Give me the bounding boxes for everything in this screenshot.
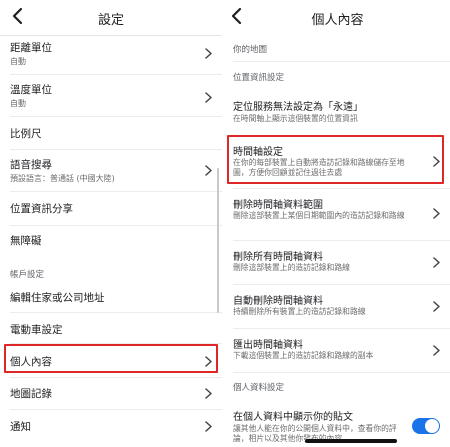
divider xyxy=(233,284,450,285)
item-label: 通知 xyxy=(10,421,31,433)
item-label: 位置資訊分享 xyxy=(10,203,73,215)
page-title: 設定 xyxy=(97,13,124,28)
item-value: 自動 xyxy=(10,57,26,66)
chevron-right-icon xyxy=(433,257,440,268)
scrollbar[interactable] xyxy=(217,168,219,313)
section-header-location-settings: 位置資訊設定 xyxy=(233,73,285,83)
personal-content-screen: 個人內容 你的地圖 位置資訊設定 定位服務無法設定為「永遠」 在時間軸上顯示這個… xyxy=(225,0,450,447)
personal-content-header: 個人內容 xyxy=(225,0,450,36)
section-header-your-map: 你的地圖 xyxy=(233,45,268,55)
divider xyxy=(233,188,450,189)
section-header-profile-settings: 個人資料設定 xyxy=(233,383,285,393)
item-label: 電動車設定 xyxy=(10,324,63,336)
item-delete-all-timeline[interactable]: 刪除所有時間軸資料 刪除這部裝置上的造訪記錄和路線 xyxy=(225,246,450,278)
chevron-right-icon xyxy=(205,48,212,59)
divider xyxy=(233,372,450,373)
divider xyxy=(10,116,222,117)
divider xyxy=(10,377,222,378)
highlight-box xyxy=(4,344,218,373)
item-label: 在個人資料中顯示你的貼文 xyxy=(233,412,353,423)
item-label: 自動刪除時間軸資料 xyxy=(233,296,323,307)
item-label: 溫度單位 xyxy=(10,84,52,96)
toggle-knob xyxy=(425,419,439,433)
divider xyxy=(10,225,222,226)
item-label: 距離單位 xyxy=(10,42,52,54)
item-description: 持續刪除所有裝置上的造訪記錄和路線 xyxy=(233,307,366,316)
chevron-right-icon xyxy=(433,301,440,312)
item-label: 語音搜尋 xyxy=(10,159,52,171)
settings-header: 設定 xyxy=(0,0,222,36)
divider xyxy=(10,191,222,192)
item-value: 自動 xyxy=(10,99,26,108)
divider xyxy=(10,312,222,313)
item-description: 在時間軸上顯示這個裝置的位置資訊 xyxy=(233,114,358,123)
item-auto-delete-timeline[interactable]: 自動刪除時間軸資料 持續刪除所有裝置上的造訪記錄和路線 xyxy=(225,290,450,322)
item-label: 比例尺 xyxy=(10,128,42,140)
settings-screen: 設定 距離單位 自動 溫度單位 自動 比例尺 語音搜尋 預設語言：普通話 (中國… xyxy=(0,0,222,447)
highlight-box xyxy=(227,135,444,184)
show-posts-toggle[interactable] xyxy=(412,418,440,434)
settings-item-ev-settings[interactable]: 電動車設定 xyxy=(0,314,222,340)
divider xyxy=(233,328,450,329)
item-export-timeline[interactable]: 匯出時間軸資料 下載這個裝置上的造訪記錄和路線的副本 xyxy=(225,334,450,366)
divider xyxy=(10,74,222,75)
settings-item-distance-unit[interactable]: 距離單位 自動 xyxy=(0,36,222,72)
item-description: 刪除這部裝置上的造訪記錄和路線 xyxy=(233,263,350,272)
divider xyxy=(233,61,450,62)
chevron-right-icon xyxy=(205,388,212,399)
settings-item-notifications[interactable]: 通知 xyxy=(0,411,222,441)
item-description: 刪除這部裝置上某個日期範圍內的造訪記錄和路線 xyxy=(233,211,405,220)
settings-item-scale-bar[interactable]: 比例尺 xyxy=(0,118,222,144)
settings-item-voice-search[interactable]: 語音搜尋 預設語言：普通話 (中國大陸) xyxy=(0,151,222,187)
item-description: 下載這個裝置上的造訪記錄和路線的副本 xyxy=(233,351,374,360)
settings-item-location-sharing[interactable]: 位置資訊分享 xyxy=(0,193,222,221)
chevron-right-icon xyxy=(205,421,212,432)
chevron-right-icon xyxy=(433,208,440,219)
settings-item-accessibility[interactable]: 無障礙 xyxy=(0,227,222,255)
divider xyxy=(10,149,222,150)
section-header-account: 帳戶設定 xyxy=(10,270,45,280)
item-label: 地圖記錄 xyxy=(10,388,52,400)
home-indicator xyxy=(305,439,397,443)
item-label: 定位服務無法設定為「永遠」 xyxy=(233,102,363,113)
item-label: 刪除時間軸資料範圍 xyxy=(233,200,323,211)
chevron-right-icon xyxy=(205,165,212,176)
divider xyxy=(10,409,222,410)
settings-item-edit-home-work[interactable]: 編輯住家或公司地址 xyxy=(0,284,222,310)
item-label: 匯出時間軸資料 xyxy=(233,340,303,351)
settings-item-temperature-unit[interactable]: 溫度單位 自動 xyxy=(0,76,222,112)
page-title: 個人內容 xyxy=(311,13,364,28)
item-delete-timeline-range[interactable]: 刪除時間軸資料範圍 刪除這部裝置上某個日期範圍內的造訪記錄和路線 xyxy=(225,194,450,234)
item-label: 刪除所有時間軸資料 xyxy=(233,252,323,263)
settings-item-map-history[interactable]: 地圖記錄 xyxy=(0,379,222,407)
chevron-right-icon xyxy=(205,92,212,103)
chevron-right-icon xyxy=(433,345,440,356)
item-label: 無障礙 xyxy=(10,235,42,247)
item-location-services-warning[interactable]: 定位服務無法設定為「永遠」 在時間軸上顯示這個裝置的位置資訊 xyxy=(225,96,450,130)
divider xyxy=(233,240,450,241)
item-value: 預設語言：普通話 (中國大陸) xyxy=(10,174,115,183)
item-label: 編輯住家或公司地址 xyxy=(10,292,105,304)
